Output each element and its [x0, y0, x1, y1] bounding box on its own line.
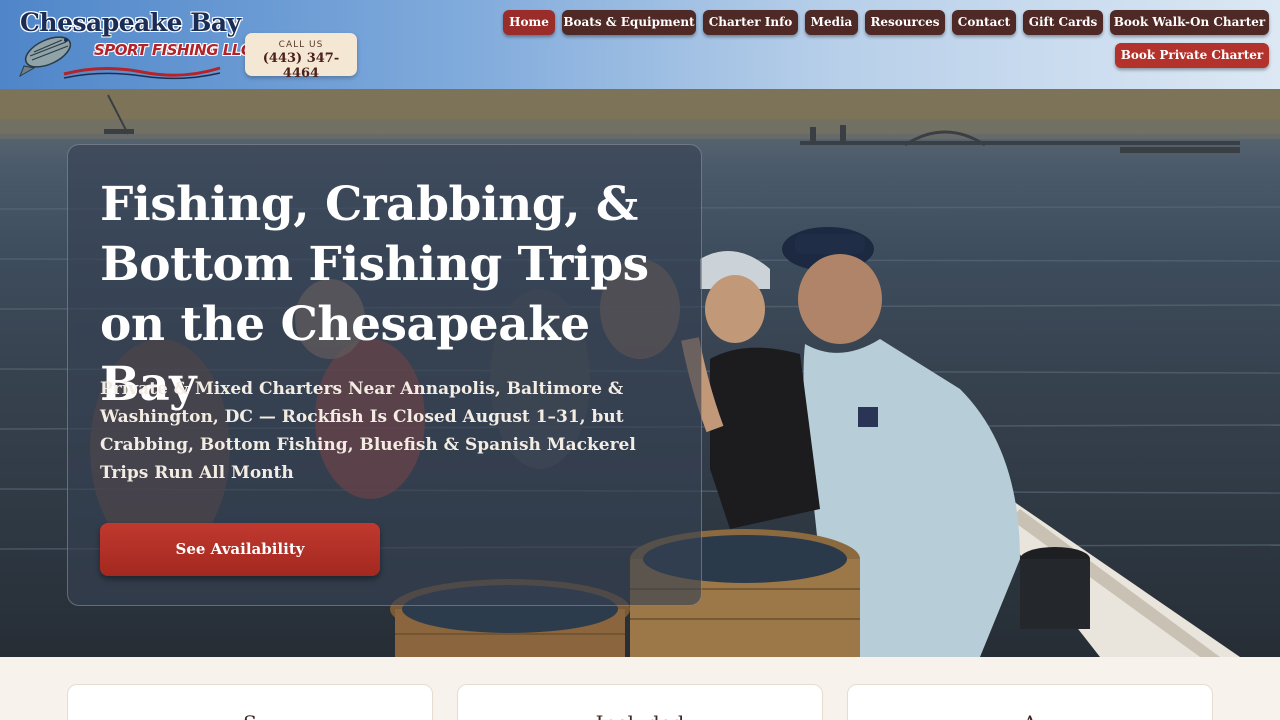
site-logo[interactable]: Chesapeake Bay SPORT FISHING LLC: [16, 8, 252, 80]
hero-card: Fishing, Crabbing, & Bottom Fishing Trip…: [67, 144, 702, 606]
feature-card-title: Included: [458, 711, 822, 720]
hero-subtitle: Private & Mixed Charters Near Annapolis,…: [100, 379, 636, 483]
nav-boats-equipment[interactable]: Boats & Equipment: [562, 10, 696, 35]
nav-resources[interactable]: Resources: [865, 10, 945, 35]
see-availability-button[interactable]: See Availability: [100, 523, 380, 576]
book-private-charter-button[interactable]: Book Private Charter: [1115, 43, 1269, 68]
feature-card: A: [847, 684, 1213, 720]
hero-section: Fishing, Crabbing, & Bottom Fishing Trip…: [0, 89, 1280, 657]
feature-card: Included: [457, 684, 823, 720]
nav-home[interactable]: Home: [503, 10, 555, 35]
feature-card: S: [67, 684, 433, 720]
feature-cards: S Included A: [0, 657, 1280, 720]
call-label: CALL US: [278, 40, 324, 50]
nav-media[interactable]: Media: [805, 10, 858, 35]
brand-subtitle: SPORT FISHING LLC: [94, 41, 252, 59]
call-us-box[interactable]: CALL US (443) 347-4464: [245, 33, 357, 81]
feature-card-title: S: [68, 711, 432, 720]
brand-name: Chesapeake Bay: [20, 8, 241, 37]
phone-number[interactable]: (443) 347-4464: [245, 51, 357, 81]
nav-contact[interactable]: Contact: [952, 10, 1016, 35]
nav-gift-cards[interactable]: Gift Cards: [1023, 10, 1103, 35]
nav-charter-info[interactable]: Charter Info: [703, 10, 798, 35]
nav-book-walk-on-charter[interactable]: Book Walk-On Charter: [1110, 10, 1269, 35]
feature-card-title: A: [848, 711, 1212, 720]
logo-swoosh-icon: [63, 66, 221, 80]
site-header: Chesapeake Bay SPORT FISHING LLC CALL US…: [0, 0, 1280, 89]
